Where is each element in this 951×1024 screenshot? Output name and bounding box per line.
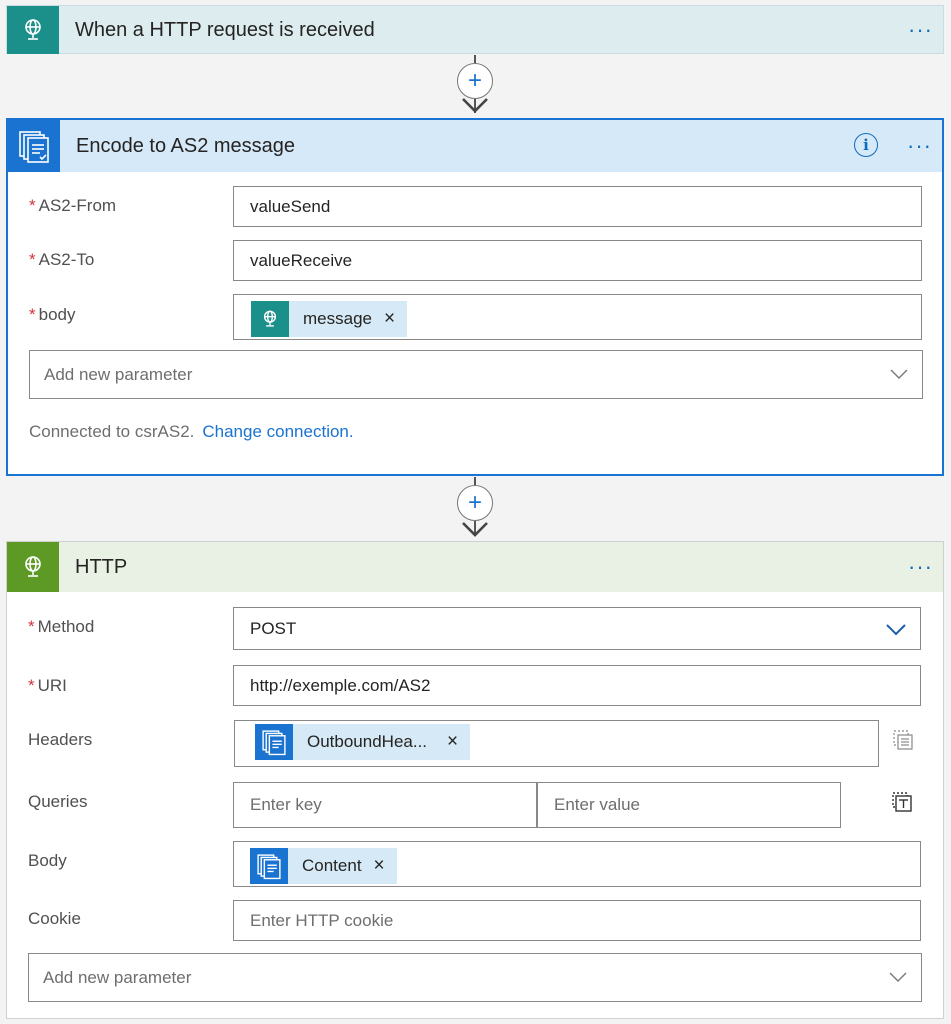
required-mark: * [28, 617, 35, 636]
add-new-parameter-dropdown[interactable]: Add new parameter [28, 953, 922, 1002]
token-label: OutboundHea... [307, 732, 428, 751]
encode-header[interactable]: Encode to AS2 message i ··· [8, 120, 942, 172]
as2-to-label: * AS2-To [29, 250, 94, 270]
chevron-down-icon [890, 369, 908, 379]
body-label: * body [29, 305, 76, 325]
uri-value: http://exemple.com/AS2 [250, 675, 431, 695]
body-label: Body [28, 851, 67, 870]
http-header[interactable]: HTTP ··· [7, 542, 943, 592]
documents-icon [255, 724, 293, 760]
connector-1: + [455, 55, 495, 118]
http-more-button[interactable]: ··· [908, 556, 933, 578]
chevron-down-icon [889, 972, 907, 982]
globe-icon [7, 542, 59, 592]
token-label: message [303, 309, 372, 328]
cookie-placeholder: Enter HTTP cookie [250, 910, 394, 930]
query-value-input[interactable]: Enter value [537, 782, 841, 828]
headers-label: Headers [28, 730, 93, 749]
uri-label-text: URI [37, 676, 67, 695]
required-mark: * [28, 676, 35, 695]
required-mark: * [29, 305, 36, 324]
as2-from-label: * AS2-From [29, 196, 116, 216]
switch-to-text-mode-icon[interactable] [889, 726, 917, 754]
as2-from-label-text: AS2-From [38, 196, 117, 215]
trigger-more-button[interactable]: ··· [908, 19, 933, 41]
uri-label: * URI [28, 676, 67, 696]
globe-request-icon [251, 301, 289, 337]
connection-info: Connected to csrAS2. Change connection. [29, 422, 354, 442]
query-key-placeholder: Enter key [250, 795, 322, 814]
chevron-down-icon [886, 624, 906, 636]
encode-title: Encode to AS2 message [76, 135, 296, 157]
cookie-input[interactable]: Enter HTTP cookie [233, 900, 921, 941]
remove-token-button[interactable]: × [384, 308, 407, 330]
add-step-button[interactable]: + [457, 485, 493, 521]
uri-input[interactable]: http://exemple.com/AS2 [233, 665, 921, 706]
switch-to-text-mode-icon[interactable] [888, 788, 916, 816]
info-icon[interactable]: i [854, 133, 878, 157]
body-label-text: body [38, 305, 76, 324]
required-mark: * [29, 196, 36, 215]
message-token[interactable]: message × [251, 301, 408, 337]
documents-icon [8, 120, 60, 172]
method-label: * Method [28, 617, 94, 637]
arrow-down-icon [462, 98, 488, 113]
connector-line [474, 477, 476, 485]
as2-from-value: valueSend [250, 196, 331, 216]
connector-2: + [455, 477, 495, 541]
globe-request-icon [7, 6, 59, 54]
add-param-placeholder: Add new parameter [43, 967, 192, 987]
change-connection-link[interactable]: Change connection. [202, 422, 353, 441]
query-value-placeholder: Enter value [554, 795, 640, 814]
connector-line [474, 55, 476, 63]
required-mark: * [29, 250, 36, 269]
http-title: HTTP [75, 556, 128, 578]
documents-icon [250, 848, 288, 884]
cookie-label: Cookie [28, 909, 81, 928]
as2-to-value: valueReceive [250, 250, 353, 270]
trigger-title: When a HTTP request is received [75, 19, 375, 41]
method-select[interactable]: POST [233, 607, 921, 650]
method-label-text: Method [37, 617, 95, 636]
token-label: Content [302, 856, 362, 875]
encode-card: Encode to AS2 message i ··· * AS2-From va… [6, 118, 944, 476]
as2-to-input[interactable]: valueReceive [233, 240, 922, 281]
arrow-down-icon [462, 522, 488, 537]
add-new-parameter-dropdown[interactable]: Add new parameter [29, 350, 923, 399]
remove-token-button[interactable]: × [374, 855, 397, 877]
outbound-headers-token[interactable]: OutboundHea... × [255, 724, 471, 760]
encode-more-button[interactable]: ··· [907, 135, 932, 157]
as2-from-input[interactable]: valueSend [233, 186, 922, 227]
add-step-button[interactable]: + [457, 63, 493, 99]
content-token[interactable]: Content × [250, 848, 397, 884]
trigger-card[interactable]: When a HTTP request is received ··· [6, 5, 944, 54]
method-value: POST [250, 618, 297, 638]
as2-to-label-text: AS2-To [38, 250, 95, 269]
connection-text: Connected to csrAS2. [29, 422, 195, 441]
remove-token-button[interactable]: × [447, 731, 470, 753]
add-param-placeholder: Add new parameter [44, 364, 193, 384]
queries-label: Queries [28, 792, 88, 811]
query-key-input[interactable]: Enter key [233, 782, 537, 828]
http-card: HTTP ··· * Method POST * URI http://exempl… [6, 541, 944, 1019]
